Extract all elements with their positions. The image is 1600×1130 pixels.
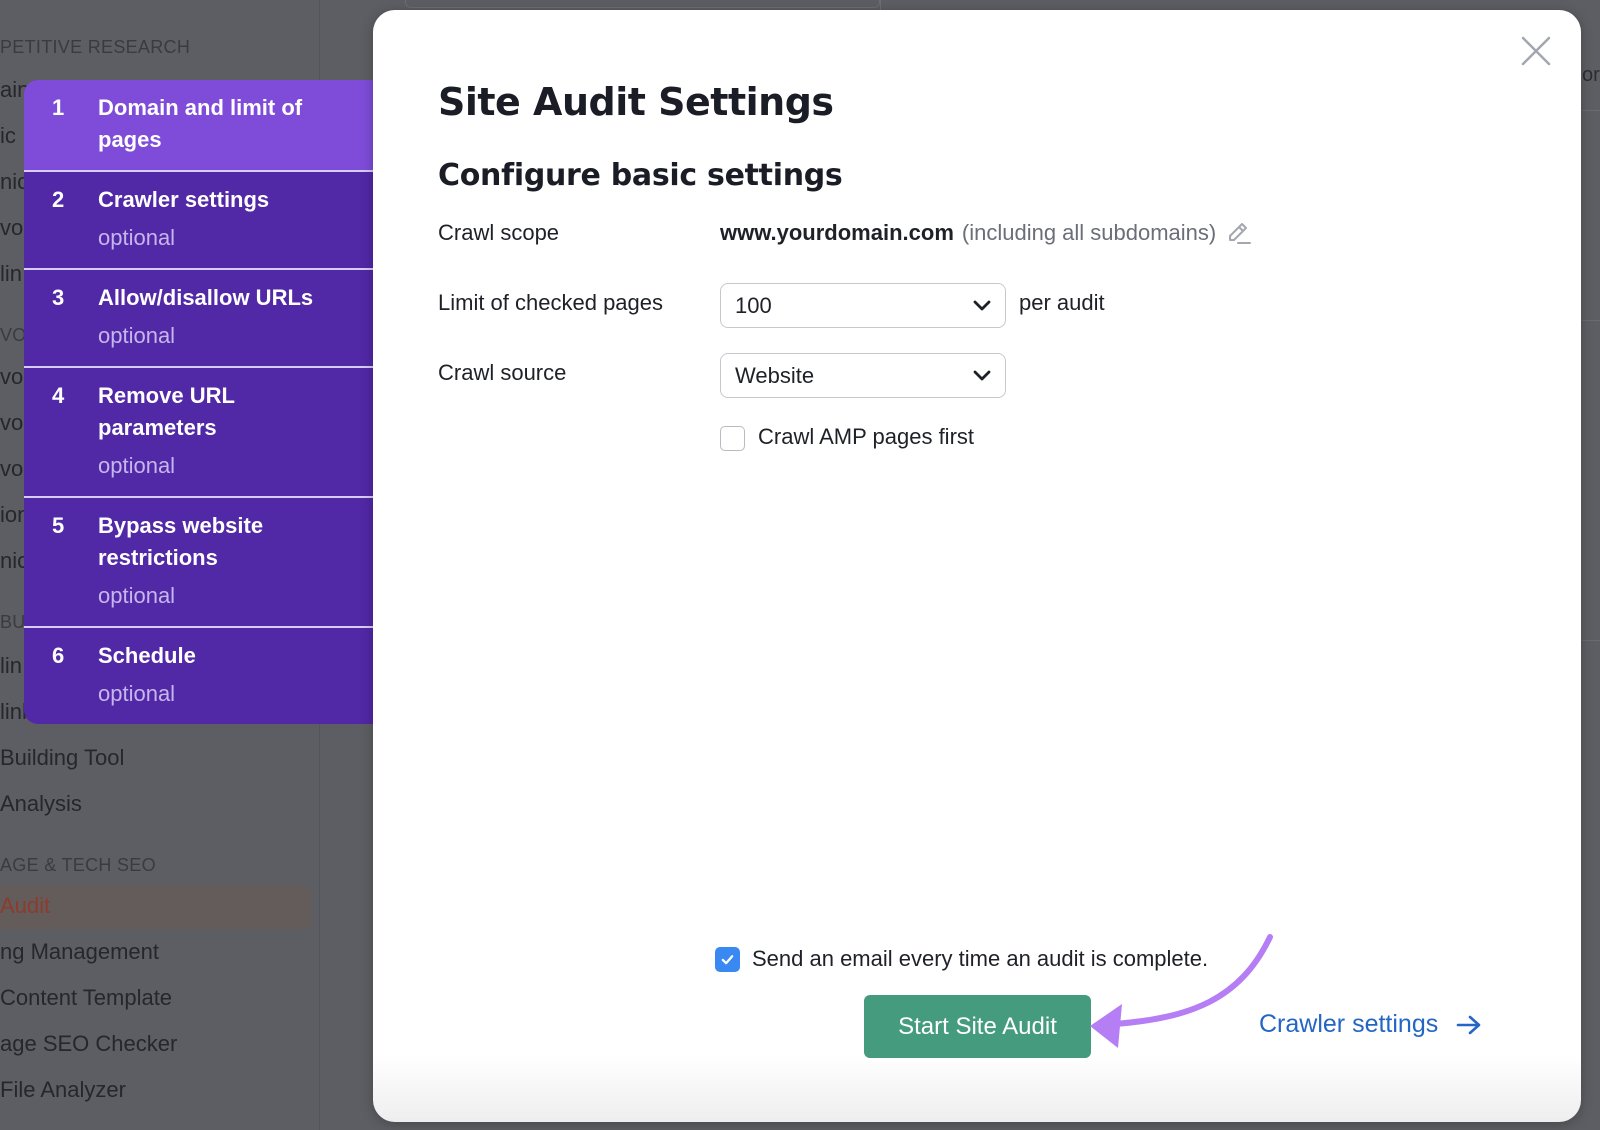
crawler-settings-link-label: Crawler settings: [1259, 1010, 1439, 1038]
chevron-down-icon: [973, 300, 991, 310]
step-title: Bypass website restrictions: [98, 513, 264, 570]
background-nav-item: File Analyzer: [0, 1077, 126, 1102]
step-title: Allow/disallow URLs: [98, 285, 314, 310]
step-subtitle: optional: [98, 681, 176, 706]
step-title: Remove URL parameters: [98, 383, 235, 440]
step-title: Schedule: [98, 643, 196, 668]
step-number: 2: [52, 187, 65, 212]
crawl-scope-label: Crawl scope: [438, 220, 560, 245]
background-nav-item: lin: [0, 653, 23, 678]
modal-title: Site Audit Settings: [438, 80, 834, 124]
background-right-text: ors: [1582, 64, 1600, 86]
background-row-divider: [1582, 320, 1600, 321]
chevron-down-icon: [973, 370, 991, 380]
crawl-source-select[interactable]: Website: [720, 353, 1006, 398]
step-number: 5: [52, 513, 65, 538]
section-title: Configure basic settings: [438, 158, 843, 193]
background-section-label: BU: [0, 612, 26, 632]
settings-stepper: 1 Domain and limit of pages 2 Crawler se…: [24, 80, 374, 724]
step-number: 4: [52, 383, 65, 408]
step-title: Crawler settings: [98, 187, 270, 212]
background-nav-item: age SEO Checker: [0, 1031, 178, 1056]
step-domain-and-limit[interactable]: 1 Domain and limit of pages: [24, 80, 374, 172]
arrow-right-icon: [1456, 1015, 1481, 1034]
step-subtitle: optional: [98, 453, 176, 478]
background-nav-item-active: Audit: [0, 893, 51, 918]
step-number: 6: [52, 643, 65, 668]
background-nav-item: Content Template: [0, 985, 173, 1010]
step-subtitle: optional: [98, 323, 176, 348]
checkmark-icon: [721, 955, 734, 965]
step-number: 3: [52, 285, 65, 310]
background-row-divider: [1582, 640, 1600, 641]
crawler-settings-link[interactable]: Crawler settings: [1259, 1010, 1482, 1039]
step-bypass-website-restrictions[interactable]: 5 Bypass website restrictions optional: [24, 498, 374, 628]
step-schedule[interactable]: 6 Schedule optional: [24, 628, 374, 724]
limit-pages-select[interactable]: 100: [720, 283, 1006, 328]
background-nav-item: ic: [0, 123, 16, 148]
background-nav-item: ng Management: [0, 939, 159, 964]
email-notification-label: Send an email every time an audit is com…: [752, 946, 1209, 971]
close-icon: [1521, 36, 1551, 66]
limit-pages-label: Limit of checked pages: [438, 290, 664, 315]
background-nav-item: Building Tool: [0, 745, 125, 770]
crawl-source-value: Website: [735, 362, 815, 388]
site-audit-settings-modal: Site Audit Settings Configure basic sett…: [373, 10, 1581, 1122]
step-crawler-settings[interactable]: 2 Crawler settings optional: [24, 172, 374, 270]
background-nav-item: Analysis: [0, 791, 82, 816]
step-title: Domain and limit of pages: [98, 95, 303, 152]
background-section-label: PETITIVE RESEARCH: [0, 37, 191, 57]
step-subtitle: optional: [98, 225, 176, 250]
background-divider: [880, 0, 881, 10]
crawl-scope-note: (including all subdomains): [961, 220, 1217, 245]
step-subtitle: optional: [98, 583, 176, 608]
step-remove-url-parameters[interactable]: 4 Remove URL parameters optional: [24, 368, 374, 498]
start-site-audit-button[interactable]: Start Site Audit: [864, 995, 1091, 1058]
crawl-amp-checkbox[interactable]: [720, 426, 745, 451]
background-section-label: AGE & TECH SEO: [0, 855, 156, 875]
per-audit-label: per audit: [1019, 290, 1105, 315]
background-search-field: [405, 0, 880, 8]
limit-pages-value: 100: [735, 292, 772, 318]
background-row-divider: [1582, 110, 1600, 111]
crawl-source-label: Crawl source: [438, 360, 567, 385]
email-notification-checkbox[interactable]: [715, 947, 740, 972]
crawl-scope-domain: www.yourdomain.com: [720, 220, 954, 245]
crawl-scope-value: www.yourdomain.com (including all subdom…: [720, 220, 1252, 246]
step-number: 1: [52, 95, 65, 120]
background-nav-item: lin: [0, 261, 23, 286]
crawl-amp-label: Crawl AMP pages first: [758, 424, 975, 449]
step-allow-disallow-urls[interactable]: 3 Allow/disallow URLs optional: [24, 270, 374, 368]
pencil-icon[interactable]: [1226, 220, 1252, 246]
close-button[interactable]: [1519, 34, 1553, 68]
